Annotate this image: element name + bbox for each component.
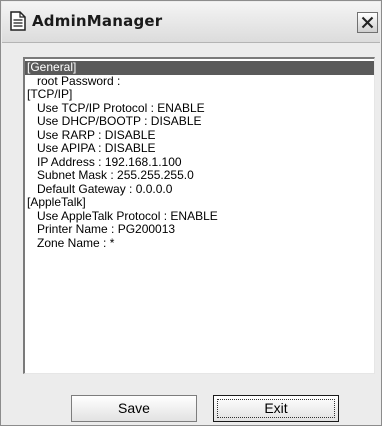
window-title: AdminManager [32, 12, 163, 30]
settings-listbox[interactable]: [General] root Password : [TCP/IP] Use TCP/… [23, 57, 375, 374]
list-item[interactable]: IP Address : 192.168.1.100 [25, 155, 374, 170]
list-item[interactable]: [AppleTalk] [25, 195, 374, 210]
close-button[interactable] [357, 12, 378, 33]
save-button[interactable]: Save [71, 395, 197, 422]
list-item[interactable]: root Password : [25, 74, 374, 89]
list-item[interactable]: Default Gateway : 0.0.0.0 [25, 182, 374, 197]
exit-button[interactable]: Exit [213, 395, 339, 422]
list-item[interactable]: Use AppleTalk Protocol : ENABLE [25, 209, 374, 224]
save-button-label: Save [118, 400, 150, 416]
list-item[interactable]: [TCP/IP] [25, 87, 374, 102]
list-item[interactable]: Subnet Mask : 255.255.255.0 [25, 168, 374, 183]
list-item[interactable]: Use APIPA : DISABLE [25, 141, 374, 156]
list-item[interactable]: Use DHCP/BOOTP : DISABLE [25, 114, 374, 129]
list-item[interactable]: Use RARP : DISABLE [25, 128, 374, 143]
list-item[interactable]: Use TCP/IP Protocol : ENABLE [25, 101, 374, 116]
document-icon [10, 11, 26, 31]
list-item-selected[interactable]: [General] [25, 60, 374, 75]
list-item[interactable]: Zone Name : * [25, 236, 374, 251]
focus-ring [217, 399, 335, 418]
admin-manager-window: AdminManager [General] root Password : [TC… [0, 0, 382, 426]
list-item[interactable]: Printer Name : PG200013 [25, 222, 374, 237]
close-icon [361, 16, 374, 29]
title-bar[interactable]: AdminManager [2, 2, 380, 43]
